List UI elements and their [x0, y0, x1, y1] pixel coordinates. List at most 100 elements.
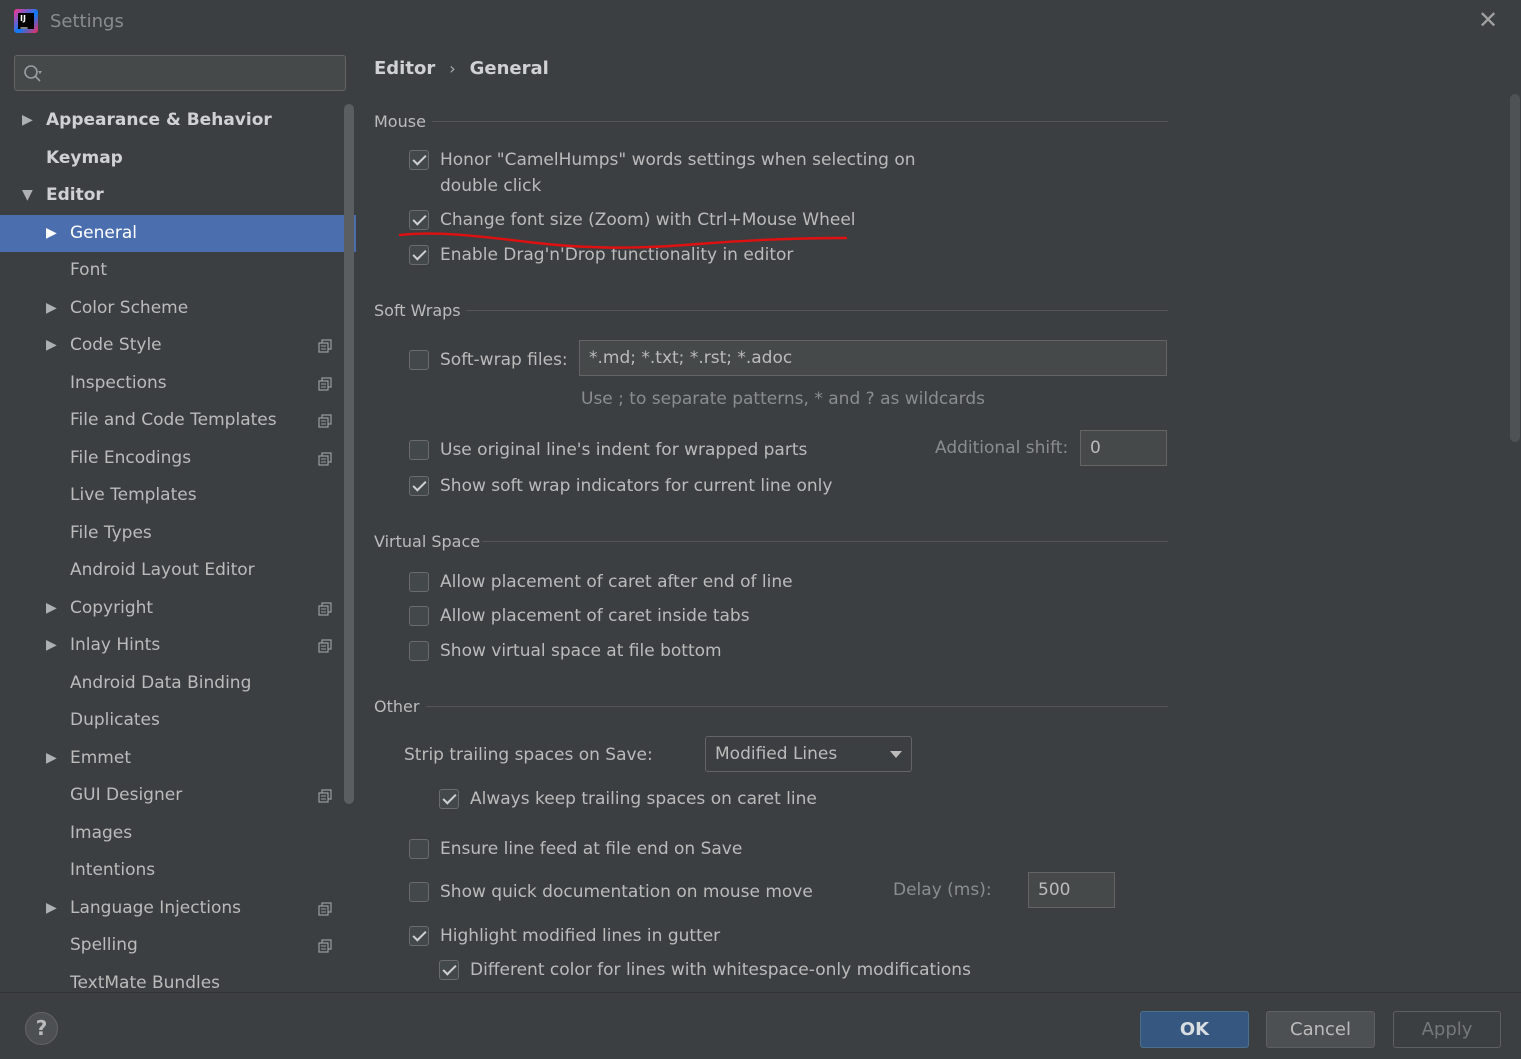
chevron-down-icon — [890, 751, 902, 758]
expanded-arrow-icon[interactable]: ▼ — [22, 177, 36, 214]
section-divider — [426, 706, 1168, 707]
highlight-modified-option[interactable]: Highlight modified lines in gutter — [409, 924, 809, 948]
sidebar-item-keymap[interactable]: Keymap — [0, 140, 356, 177]
sidebar-item-file-encodings[interactable]: File Encodings — [0, 440, 356, 477]
dragdrop-option[interactable]: Enable Drag'n'Drop functionality in edit… — [409, 243, 889, 267]
sidebar-item-spelling[interactable]: Spelling — [0, 927, 356, 964]
keep-caret-spaces-option[interactable]: Always keep trailing spaces on caret lin… — [439, 787, 839, 811]
sidebar-item-inlay-hints[interactable]: ▶ Inlay Hints — [0, 627, 356, 664]
softwrap-files-option[interactable]: Soft-wrap files: — [409, 348, 579, 372]
collapsed-arrow-icon[interactable]: ▶ — [46, 740, 60, 777]
sidebar-item-intentions[interactable]: Intentions — [0, 852, 356, 889]
softwrap-files-label: Soft-wrap files: — [440, 350, 568, 370]
collapsed-arrow-icon[interactable]: ▶ — [46, 590, 60, 627]
delay-label: Delay (ms): — [893, 880, 992, 900]
sidebar-item-editor[interactable]: ▼ Editor — [0, 177, 356, 214]
content-scrollbar[interactable] — [1510, 94, 1520, 442]
sidebar-item-color-scheme[interactable]: ▶ Color Scheme — [0, 290, 356, 327]
section-virtual-title: Virtual Space — [374, 532, 481, 551]
sidebar-item-live-templates[interactable]: Live Templates — [0, 477, 356, 514]
line-feed-option[interactable]: Ensure line feed at file end on Save — [409, 837, 809, 861]
whitespace-color-label: Different color for lines with whitespac… — [470, 960, 971, 980]
section-divider — [432, 121, 1168, 122]
line-feed-checkbox[interactable] — [409, 839, 429, 859]
project-scope-icon — [318, 602, 332, 616]
apply-button[interactable]: Apply — [1393, 1011, 1501, 1048]
help-button[interactable]: ? — [25, 1012, 58, 1045]
breadcrumb-parent[interactable]: Editor — [374, 58, 435, 79]
additional-shift-field[interactable]: 0 — [1080, 430, 1167, 466]
sidebar-item-label: Font — [70, 260, 108, 280]
original-indent-checkbox[interactable] — [409, 440, 429, 460]
sidebar-item-images[interactable]: Images — [0, 815, 356, 852]
dialog-footer: ? OK Cancel Apply — [0, 992, 1521, 1059]
keep-caret-spaces-label: Always keep trailing spaces on caret lin… — [470, 789, 817, 809]
sidebar-item-code-style[interactable]: ▶ Code Style — [0, 327, 356, 364]
cancel-button[interactable]: Cancel — [1266, 1011, 1375, 1048]
softwrap-files-field[interactable]: *.md; *.txt; *.rst; *.adoc — [579, 340, 1167, 376]
camelhumps-option[interactable]: Honor "CamelHumps" words settings when s… — [409, 148, 969, 200]
zoom-label: Change font size (Zoom) with Ctrl+Mouse … — [440, 210, 856, 230]
sidebar-item-android-layout-editor[interactable]: Android Layout Editor — [0, 552, 356, 589]
sidebar-item-inspections[interactable]: Inspections — [0, 365, 356, 402]
sidebar-item-file-and-code-templates[interactable]: File and Code Templates — [0, 402, 356, 439]
caret-inside-tabs-label: Allow placement of caret inside tabs — [440, 606, 750, 626]
section-softwraps-title: Soft Wraps — [374, 301, 461, 320]
collapsed-arrow-icon[interactable]: ▶ — [46, 890, 60, 927]
collapsed-arrow-icon[interactable]: ▶ — [46, 327, 60, 364]
sidebar-item-label: File Encodings — [70, 448, 192, 468]
project-scope-icon — [318, 789, 332, 803]
zoom-checkbox[interactable] — [409, 210, 429, 230]
original-indent-option[interactable]: Use original line's indent for wrapped p… — [409, 438, 829, 462]
virtual-space-bottom-label: Show virtual space at file bottom — [440, 641, 722, 661]
sidebar-item-android-data-binding[interactable]: Android Data Binding — [0, 665, 356, 702]
virtual-space-bottom-checkbox[interactable] — [409, 641, 429, 661]
strip-spaces-dropdown[interactable]: Modified Lines — [705, 736, 912, 772]
close-icon[interactable]: ✕ — [1474, 6, 1502, 34]
sidebar-item-label: Color Scheme — [70, 298, 189, 318]
dragdrop-checkbox[interactable] — [409, 245, 429, 265]
wrap-indicators-checkbox[interactable] — [409, 476, 429, 496]
camelhumps-checkbox[interactable] — [409, 150, 429, 170]
keep-caret-spaces-checkbox[interactable] — [439, 789, 459, 809]
collapsed-arrow-icon[interactable]: ▶ — [46, 627, 60, 664]
collapsed-arrow-icon[interactable]: ▶ — [46, 215, 60, 252]
sidebar-item-appearance-behavior[interactable]: ▶ Appearance & Behavior — [0, 102, 356, 139]
settings-content: Editor › General Mouse Honor "CamelHumps" … — [358, 44, 1521, 992]
sidebar-scrollbar[interactable] — [344, 104, 354, 804]
caret-after-eol-option[interactable]: Allow placement of caret after end of li… — [409, 570, 849, 594]
quick-doc-checkbox[interactable] — [409, 882, 429, 902]
wrap-indicators-label: Show soft wrap indicators for current li… — [440, 476, 833, 496]
collapsed-arrow-icon[interactable]: ▶ — [22, 102, 36, 139]
sidebar-item-label: General — [70, 223, 137, 243]
collapsed-arrow-icon[interactable]: ▶ — [46, 290, 60, 327]
wrap-indicators-option[interactable]: Show soft wrap indicators for current li… — [409, 474, 849, 498]
sidebar-item-file-types[interactable]: File Types — [0, 515, 356, 552]
caret-after-eol-checkbox[interactable] — [409, 572, 429, 592]
sidebar-item-gui-designer[interactable]: GUI Designer — [0, 777, 356, 814]
sidebar-item-language-injections[interactable]: ▶ Language Injections — [0, 890, 356, 927]
original-indent-label: Use original line's indent for wrapped p… — [440, 440, 808, 460]
sidebar-item-label: Android Layout Editor — [70, 560, 255, 580]
whitespace-color-checkbox[interactable] — [439, 960, 459, 980]
softwrap-files-checkbox[interactable] — [409, 350, 429, 370]
quick-doc-option[interactable]: Show quick documentation on mouse move — [409, 880, 829, 904]
ok-button[interactable]: OK — [1140, 1011, 1249, 1048]
sidebar-item-copyright[interactable]: ▶ Copyright — [0, 590, 356, 627]
sidebar-item-label: File and Code Templates — [70, 410, 277, 430]
sidebar-item-emmet[interactable]: ▶ Emmet — [0, 740, 356, 777]
whitespace-color-option[interactable]: Different color for lines with whitespac… — [439, 958, 971, 982]
caret-inside-tabs-option[interactable]: Allow placement of caret inside tabs — [409, 604, 849, 628]
delay-field[interactable]: 500 — [1028, 872, 1115, 908]
caret-inside-tabs-checkbox[interactable] — [409, 606, 429, 626]
project-scope-icon — [318, 639, 332, 653]
sidebar-item-general[interactable]: ▶ General — [0, 215, 356, 252]
sidebar-item-duplicates[interactable]: Duplicates — [0, 702, 356, 739]
sidebar-item-font[interactable]: Font — [0, 252, 356, 289]
search-icon — [24, 65, 42, 82]
zoom-option[interactable]: Change font size (Zoom) with Ctrl+Mouse … — [409, 208, 889, 232]
search-input[interactable] — [14, 55, 346, 91]
highlight-modified-checkbox[interactable] — [409, 926, 429, 946]
project-scope-icon — [318, 902, 332, 916]
virtual-space-bottom-option[interactable]: Show virtual space at file bottom — [409, 639, 849, 663]
